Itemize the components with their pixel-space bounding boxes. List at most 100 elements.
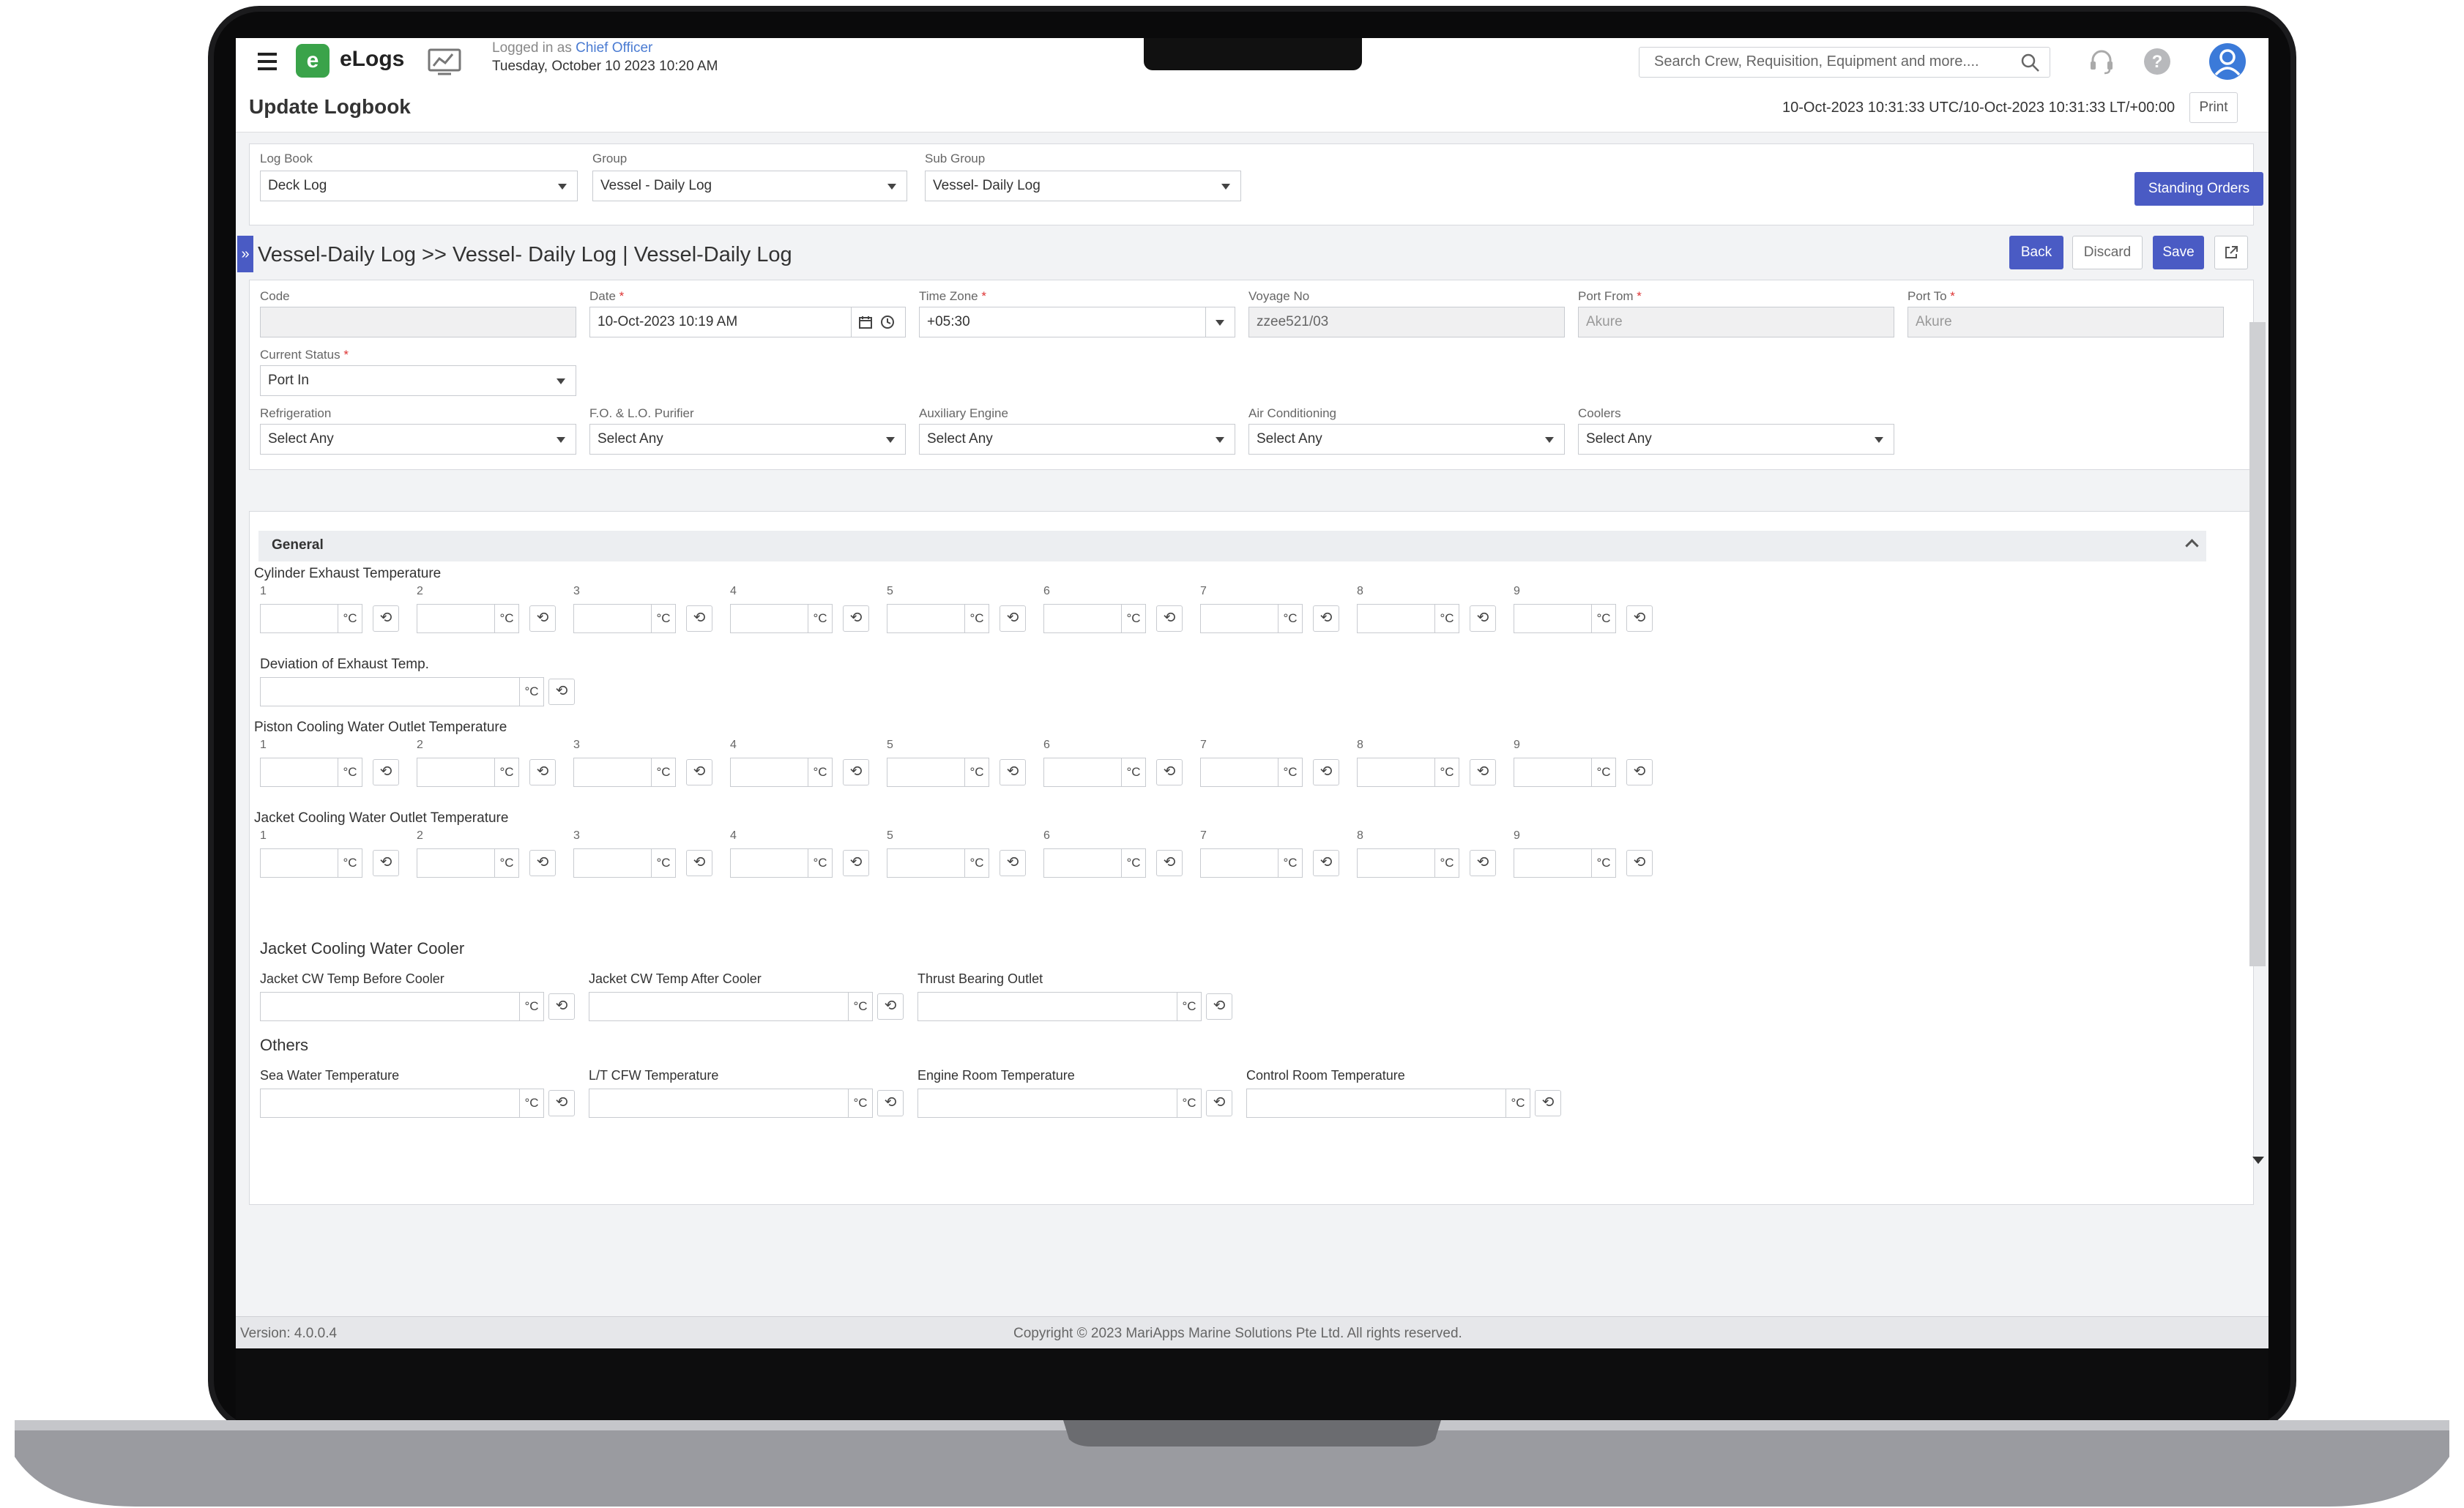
reset-button[interactable]: ⟲ bbox=[1470, 759, 1496, 785]
current-status-dropdown[interactable]: Port In bbox=[260, 365, 576, 396]
clock-icon[interactable] bbox=[880, 315, 895, 329]
reset-button[interactable]: ⟲ bbox=[529, 605, 556, 632]
temperature-input[interactable]: °C bbox=[573, 758, 676, 787]
temperature-input[interactable]: °C bbox=[260, 992, 544, 1021]
reset-button[interactable]: ⟲ bbox=[1470, 850, 1496, 876]
temperature-input[interactable]: °C bbox=[1200, 758, 1303, 787]
scrollbar[interactable] bbox=[2249, 322, 2266, 966]
voyage-field[interactable]: zzee521/03 bbox=[1248, 307, 1565, 337]
reset-button[interactable]: ⟲ bbox=[843, 759, 869, 785]
temperature-input[interactable]: °C bbox=[417, 848, 519, 878]
reset-button[interactable]: ⟲ bbox=[877, 993, 904, 1020]
reset-button[interactable]: ⟲ bbox=[686, 759, 712, 785]
reset-button[interactable]: ⟲ bbox=[373, 850, 399, 876]
port-to-field[interactable]: Akure bbox=[1907, 307, 2224, 337]
reset-button[interactable]: ⟲ bbox=[686, 850, 712, 876]
reset-button[interactable]: ⟲ bbox=[1626, 759, 1653, 785]
reset-button[interactable]: ⟲ bbox=[686, 605, 712, 632]
search-icon[interactable] bbox=[2020, 53, 2041, 73]
scrollbar-thumb[interactable] bbox=[2249, 322, 2266, 966]
temperature-input[interactable]: °C bbox=[887, 604, 989, 633]
expand-panel-icon[interactable]: » bbox=[237, 236, 253, 272]
temperature-input[interactable]: °C bbox=[260, 848, 362, 878]
save-button[interactable]: Save bbox=[2153, 236, 2204, 269]
temperature-input[interactable]: °C bbox=[1514, 758, 1616, 787]
reset-button[interactable]: ⟲ bbox=[1313, 605, 1339, 632]
temperature-input[interactable]: °C bbox=[730, 848, 833, 878]
temperature-input[interactable]: °C bbox=[918, 992, 1202, 1021]
temperature-input[interactable]: °C bbox=[260, 758, 362, 787]
reset-button[interactable]: ⟲ bbox=[1313, 759, 1339, 785]
temperature-input[interactable]: °C bbox=[417, 758, 519, 787]
reset-button[interactable]: ⟲ bbox=[1000, 759, 1026, 785]
temperature-input[interactable]: °C bbox=[730, 604, 833, 633]
reset-button[interactable]: ⟲ bbox=[1000, 850, 1026, 876]
reset-button[interactable]: ⟲ bbox=[1626, 850, 1653, 876]
temperature-input[interactable]: °C bbox=[260, 604, 362, 633]
temperature-input[interactable]: °C bbox=[1246, 1089, 1530, 1118]
code-field[interactable] bbox=[260, 307, 576, 337]
reset-button[interactable]: ⟲ bbox=[548, 993, 575, 1020]
temperature-input[interactable]: °C bbox=[589, 1089, 873, 1118]
reset-button[interactable]: ⟲ bbox=[1206, 1090, 1232, 1116]
hamburger-menu-icon[interactable] bbox=[258, 53, 277, 70]
reset-button[interactable]: ⟲ bbox=[843, 605, 869, 632]
temperature-input[interactable]: °C bbox=[417, 604, 519, 633]
temperature-input[interactable]: °C bbox=[260, 1089, 544, 1118]
temperature-input[interactable]: °C bbox=[1514, 848, 1616, 878]
air-conditioning-dropdown[interactable]: Select Any bbox=[1248, 424, 1565, 455]
reset-button[interactable]: ⟲ bbox=[373, 759, 399, 785]
temperature-input[interactable]: °C bbox=[589, 992, 873, 1021]
temperature-input[interactable]: °C bbox=[1357, 848, 1459, 878]
general-section-header[interactable]: General bbox=[258, 531, 2206, 561]
port-from-field[interactable]: Akure bbox=[1578, 307, 1894, 337]
reset-button[interactable]: ⟲ bbox=[548, 1090, 575, 1116]
reset-button[interactable]: ⟲ bbox=[1156, 605, 1183, 632]
temperature-input[interactable]: °C bbox=[1200, 604, 1303, 633]
reset-button[interactable]: ⟲ bbox=[1156, 850, 1183, 876]
user-avatar[interactable] bbox=[2208, 42, 2247, 81]
chevron-up-icon[interactable] bbox=[2185, 539, 2199, 553]
open-new-window-button[interactable] bbox=[2214, 236, 2248, 269]
help-icon[interactable]: ? bbox=[2143, 47, 2172, 76]
headset-support-icon[interactable] bbox=[2087, 47, 2116, 76]
subgroup-dropdown[interactable]: Vessel- Daily Log bbox=[925, 171, 1241, 201]
reset-button[interactable]: ⟲ bbox=[1626, 605, 1653, 632]
temperature-input[interactable]: °C bbox=[1357, 604, 1459, 633]
purifier-dropdown[interactable]: Select Any bbox=[589, 424, 906, 455]
reset-button[interactable]: ⟲ bbox=[529, 850, 556, 876]
search-input[interactable] bbox=[1639, 48, 2020, 75]
temperature-input[interactable]: °C bbox=[1200, 848, 1303, 878]
refrigeration-dropdown[interactable]: Select Any bbox=[260, 424, 576, 455]
temperature-input[interactable]: °C bbox=[573, 604, 676, 633]
temperature-input[interactable]: °C bbox=[730, 758, 833, 787]
dashboard-monitor-icon[interactable] bbox=[428, 48, 461, 76]
discard-button[interactable]: Discard bbox=[2072, 236, 2143, 269]
temperature-input[interactable]: °C bbox=[887, 848, 989, 878]
scroll-down-arrow-icon[interactable] bbox=[2252, 1157, 2264, 1164]
temperature-input[interactable]: °C bbox=[573, 848, 676, 878]
reset-button[interactable]: ⟲ bbox=[843, 850, 869, 876]
reset-button[interactable]: ⟲ bbox=[1156, 759, 1183, 785]
temperature-input[interactable]: °C bbox=[1043, 604, 1146, 633]
group-dropdown[interactable]: Vessel - Daily Log bbox=[592, 171, 907, 201]
reset-button[interactable]: ⟲ bbox=[1206, 993, 1232, 1020]
logbook-dropdown[interactable]: Deck Log bbox=[260, 171, 578, 201]
reset-button[interactable]: ⟲ bbox=[877, 1090, 904, 1116]
reset-button[interactable]: ⟲ bbox=[1313, 850, 1339, 876]
temperature-input[interactable]: °C bbox=[887, 758, 989, 787]
temperature-input[interactable]: °C bbox=[1357, 758, 1459, 787]
standing-orders-button[interactable]: Standing Orders bbox=[2134, 172, 2263, 206]
reset-button[interactable]: ⟲ bbox=[1535, 1090, 1561, 1116]
deviation-input[interactable]: °C bbox=[260, 677, 544, 706]
temperature-input[interactable]: °C bbox=[1043, 758, 1146, 787]
print-button[interactable]: Print bbox=[2189, 92, 2238, 123]
back-button[interactable]: Back bbox=[2009, 236, 2063, 269]
reset-button[interactable]: ⟲ bbox=[373, 605, 399, 632]
login-role[interactable]: Chief Officer bbox=[576, 40, 652, 56]
auxiliary-engine-dropdown[interactable]: Select Any bbox=[919, 424, 1235, 455]
timezone-dropdown[interactable]: +05:30 bbox=[919, 307, 1235, 337]
calendar-icon[interactable] bbox=[858, 315, 873, 329]
temperature-input[interactable]: °C bbox=[1043, 848, 1146, 878]
search-box[interactable] bbox=[1639, 47, 2050, 78]
